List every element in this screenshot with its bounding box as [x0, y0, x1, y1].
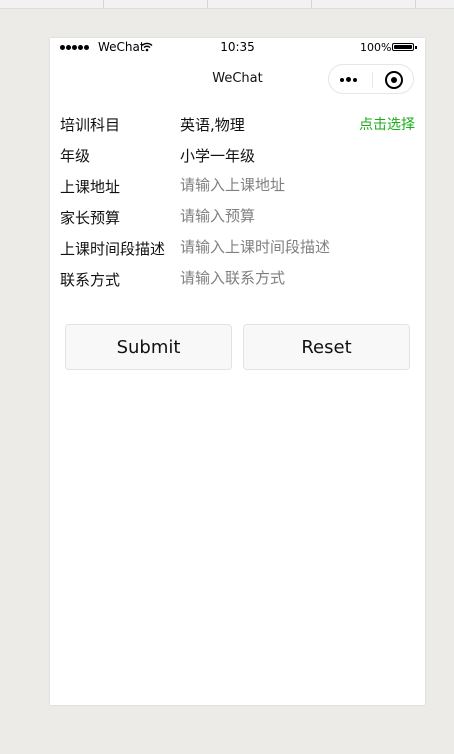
- browser-top-strip: [0, 0, 454, 9]
- subject-value: 英语,物理: [180, 116, 245, 134]
- status-bar: WeChat 10:35 100%: [50, 38, 425, 58]
- form-row-schedule: 上课时间段描述: [50, 232, 425, 263]
- schedule-input[interactable]: [180, 238, 410, 256]
- budget-label: 家长预算: [60, 209, 121, 227]
- nav-bar: WeChat: [50, 58, 425, 102]
- submit-button[interactable]: Submit: [65, 324, 232, 370]
- battery-tip: [415, 46, 417, 49]
- battery-icon: [392, 43, 414, 51]
- reset-button[interactable]: Reset: [243, 324, 410, 370]
- close-mini-program-icon[interactable]: [385, 71, 403, 89]
- contact-input[interactable]: [180, 269, 410, 287]
- budget-input[interactable]: [180, 207, 410, 225]
- select-subject-link[interactable]: 点击选择: [359, 114, 415, 134]
- battery-percent: 100%: [360, 41, 392, 54]
- request-form: 培训科目 英语,物理 点击选择 年级 小学一年级 上课地址 家长预算 上课时间段…: [50, 108, 425, 294]
- contact-label: 联系方式: [60, 271, 121, 289]
- form-row-budget: 家长预算: [50, 201, 425, 232]
- form-row-subject: 培训科目 英语,物理 点击选择: [50, 108, 425, 139]
- address-input[interactable]: [180, 176, 410, 194]
- more-icon[interactable]: [340, 77, 357, 82]
- subject-label: 培训科目: [60, 116, 121, 134]
- grade-picker[interactable]: 小学一年级: [180, 145, 255, 166]
- form-row-grade: 年级 小学一年级: [50, 139, 425, 170]
- grade-label: 年级: [60, 147, 91, 165]
- address-label: 上课地址: [60, 178, 121, 196]
- form-row-address: 上课地址: [50, 170, 425, 201]
- capsule-divider: [372, 72, 373, 88]
- form-buttons: Submit Reset: [65, 324, 410, 370]
- phone-frame: WeChat 10:35 100% WeChat 培训科目 英语,物理 点击选择…: [50, 38, 425, 705]
- capsule-menu: [328, 64, 414, 94]
- schedule-label: 上课时间段描述: [60, 240, 166, 258]
- form-row-contact: 联系方式: [50, 263, 425, 294]
